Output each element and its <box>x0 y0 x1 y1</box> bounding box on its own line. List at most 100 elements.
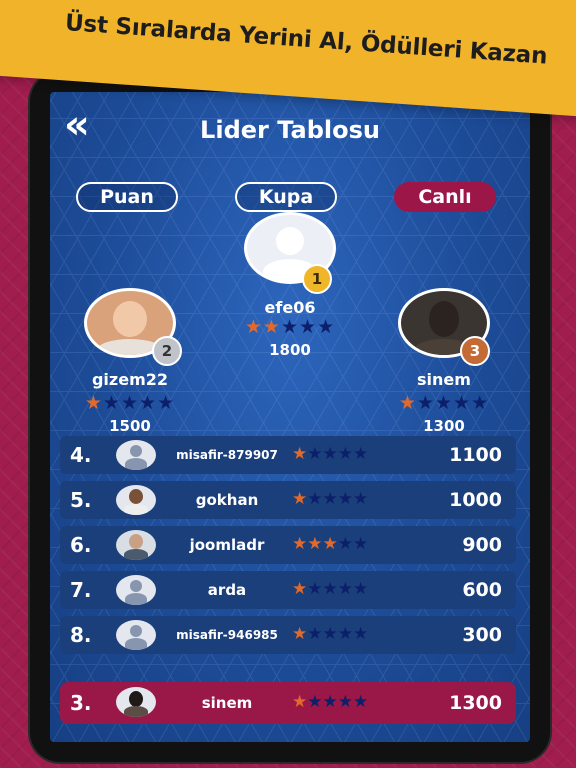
tab-kupa[interactable]: Kupa <box>235 182 337 212</box>
star-empty-icon: ★ <box>353 624 369 644</box>
podium-third-score: 1300 <box>423 417 465 435</box>
current-user-row[interactable]: 3. sinem ★★★★★ 1300 <box>60 682 516 724</box>
podium-third[interactable]: 3 sinem ★★★★★ 1300 <box>384 288 504 435</box>
star-empty-icon: ★ <box>307 624 323 644</box>
tab-canli[interactable]: Canlı <box>394 182 496 212</box>
podium-third-stars: ★★★★★ <box>384 393 504 413</box>
star-filled-icon: ★ <box>398 392 417 414</box>
star-empty-icon: ★ <box>317 316 336 338</box>
row-score: 1300 <box>449 692 502 714</box>
star-empty-icon: ★ <box>322 489 338 509</box>
star-empty-icon: ★ <box>337 489 353 509</box>
gold-medal-icon: 1 <box>302 264 332 294</box>
row-rank: 8. <box>70 623 92 647</box>
star-empty-icon: ★ <box>337 444 353 464</box>
avatar <box>116 687 156 717</box>
star-filled-icon: ★ <box>322 534 338 554</box>
row-rank: 3. <box>70 691 92 715</box>
row-rank: 4. <box>70 443 92 467</box>
avatar <box>116 530 156 560</box>
table-row[interactable]: 4. misafir-879907 ★★★★★ 1100 <box>60 436 516 474</box>
row-name: arda <box>207 581 247 599</box>
podium-first[interactable]: 1 efe06 ★★★★★ 1800 <box>230 212 350 359</box>
row-name: joomladr <box>189 536 265 554</box>
star-empty-icon: ★ <box>322 692 338 712</box>
row-score: 600 <box>462 579 502 601</box>
star-empty-icon: ★ <box>471 392 490 414</box>
star-filled-icon: ★ <box>84 392 103 414</box>
star-empty-icon: ★ <box>353 692 369 712</box>
bronze-medal-icon: 3 <box>460 336 490 366</box>
star-empty-icon: ★ <box>337 579 353 599</box>
avatar <box>116 620 156 650</box>
game-screen: « Lider Tablosu Puan Kupa Canlı 1 efe06 … <box>50 92 530 742</box>
star-empty-icon: ★ <box>337 534 353 554</box>
row-name: sinem <box>201 694 253 712</box>
star-empty-icon: ★ <box>322 624 338 644</box>
star-filled-icon: ★ <box>262 316 281 338</box>
row-name: gokhan <box>195 491 259 509</box>
star-filled-icon: ★ <box>292 579 308 599</box>
row-score: 900 <box>462 534 502 556</box>
avatar <box>116 485 156 515</box>
star-empty-icon: ★ <box>307 579 323 599</box>
table-row[interactable]: 7. arda ★★★★★ 600 <box>60 571 516 609</box>
star-filled-icon: ★ <box>292 624 308 644</box>
row-stars: ★★★★★ <box>292 444 368 464</box>
star-empty-icon: ★ <box>337 624 353 644</box>
star-empty-icon: ★ <box>157 392 176 414</box>
star-empty-icon: ★ <box>307 692 323 712</box>
row-stars: ★★★★★ <box>292 579 368 599</box>
row-score: 1100 <box>449 444 502 466</box>
podium-second[interactable]: 2 gizem22 ★★★★★ 1500 <box>70 288 190 435</box>
row-rank: 7. <box>70 578 92 602</box>
star-empty-icon: ★ <box>299 316 318 338</box>
star-empty-icon: ★ <box>322 444 338 464</box>
star-empty-icon: ★ <box>280 316 300 338</box>
star-empty-icon: ★ <box>322 579 338 599</box>
row-stars: ★★★★★ <box>292 489 368 509</box>
table-row[interactable]: 5. gokhan ★★★★★ 1000 <box>60 481 516 519</box>
silver-medal-icon: 2 <box>152 336 182 366</box>
star-empty-icon: ★ <box>434 392 454 414</box>
star-empty-icon: ★ <box>353 489 369 509</box>
star-empty-icon: ★ <box>307 489 323 509</box>
row-name: misafir-879907 <box>176 448 278 462</box>
row-rank: 6. <box>70 533 92 557</box>
star-empty-icon: ★ <box>353 579 369 599</box>
podium-second-score: 1500 <box>109 417 151 435</box>
star-empty-icon: ★ <box>120 392 140 414</box>
tab-puan[interactable]: Puan <box>76 182 178 212</box>
star-empty-icon: ★ <box>353 444 369 464</box>
podium-third-name: sinem <box>417 370 471 389</box>
star-empty-icon: ★ <box>307 444 323 464</box>
row-stars: ★★★★★ <box>292 624 368 644</box>
row-stars: ★★★★★ <box>292 534 368 554</box>
star-empty-icon: ★ <box>337 692 353 712</box>
star-empty-icon: ★ <box>453 392 472 414</box>
row-rank: 5. <box>70 488 92 512</box>
avatar <box>116 575 156 605</box>
star-filled-icon: ★ <box>244 316 263 338</box>
row-stars: ★★★★★ <box>292 692 368 712</box>
podium-second-stars: ★★★★★ <box>70 393 190 413</box>
star-empty-icon: ★ <box>102 392 121 414</box>
star-filled-icon: ★ <box>292 534 308 554</box>
star-empty-icon: ★ <box>139 392 158 414</box>
row-name: misafir-946985 <box>176 628 278 642</box>
star-filled-icon: ★ <box>307 534 323 554</box>
star-filled-icon: ★ <box>292 692 308 712</box>
row-score: 300 <box>462 624 502 646</box>
table-row[interactable]: 6. joomladr ★★★★★ 900 <box>60 526 516 564</box>
podium-first-score: 1800 <box>269 341 311 359</box>
row-score: 1000 <box>449 489 502 511</box>
podium-second-name: gizem22 <box>91 370 169 389</box>
tablet-frame: « Lider Tablosu Puan Kupa Canlı 1 efe06 … <box>30 72 550 762</box>
star-empty-icon: ★ <box>416 392 435 414</box>
podium-first-name: efe06 <box>264 298 316 317</box>
table-row[interactable]: 8. misafir-946985 ★★★★★ 300 <box>60 616 516 654</box>
star-filled-icon: ★ <box>292 444 308 464</box>
podium-first-stars: ★★★★★ <box>230 317 350 337</box>
page-title: Lider Tablosu <box>200 116 380 144</box>
avatar <box>116 440 156 470</box>
